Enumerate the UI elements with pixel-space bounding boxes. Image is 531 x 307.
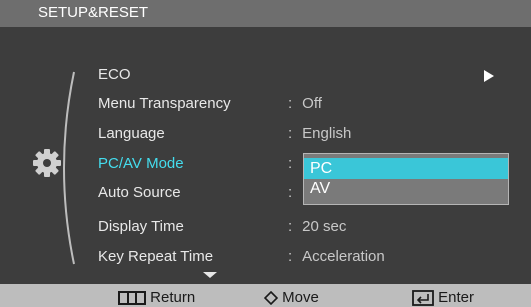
option-av[interactable]: AV [304,178,508,199]
move-button[interactable]: Move [264,289,319,306]
play-arrow-icon[interactable] [484,70,494,82]
option-pc[interactable]: PC [304,158,508,179]
return-label: Return [150,289,196,306]
value-separator: : [288,125,293,142]
menu-item-menu-transparency[interactable]: Menu Transparency [98,95,231,112]
menu-value-auto-source: : [288,184,302,201]
menu-item-auto-source[interactable]: Auto Source [98,184,181,201]
menu-return-icon [118,291,146,306]
bottom-bar: Return Move Enter [0,284,531,307]
menu-value-menu-transparency: : Off [288,95,322,112]
menu-value-pc-av-mode: : [288,155,302,172]
value-separator: : [288,218,293,235]
enter-label: Enter [438,289,475,306]
diamond-move-icon [264,291,278,306]
menu-value-display-time: :20 sec [288,218,346,235]
scroll-down-icon[interactable] [203,272,217,278]
return-button[interactable]: Return [118,289,195,306]
menu-item-eco[interactable]: ECO [98,66,131,83]
menu-item-display-time[interactable]: Display Time [98,218,184,235]
title-bar: SETUP&RESET [0,0,531,27]
menu-item-pc-av-mode[interactable]: PC/AV Mode [98,155,184,172]
menu-arc-divider [63,71,75,265]
value-text: Off [302,95,322,112]
enter-button[interactable]: Enter [412,289,474,306]
pc-av-mode-dropdown[interactable]: PC AV [303,153,509,205]
menu-value-language: : English [288,125,351,142]
value-separator: : [288,155,293,172]
menu-item-language[interactable]: Language [98,125,165,142]
value-text: English [302,125,352,142]
value-text: Acceleration [302,248,385,265]
menu-item-key-repeat-time[interactable]: Key Repeat Time [98,248,213,265]
value-separator: : [288,95,293,112]
value-separator: : [288,184,293,201]
page-title: SETUP&RESET [38,4,149,21]
move-label: Move [282,289,319,306]
value-separator: : [288,248,293,265]
enter-source-icon [412,290,434,306]
menu-value-key-repeat-time: : Acceleration [288,248,385,265]
osd-menu: SETUP&RESET ECO Menu Transparency : Off L… [0,0,531,307]
value-text: 20 sec [302,218,347,235]
